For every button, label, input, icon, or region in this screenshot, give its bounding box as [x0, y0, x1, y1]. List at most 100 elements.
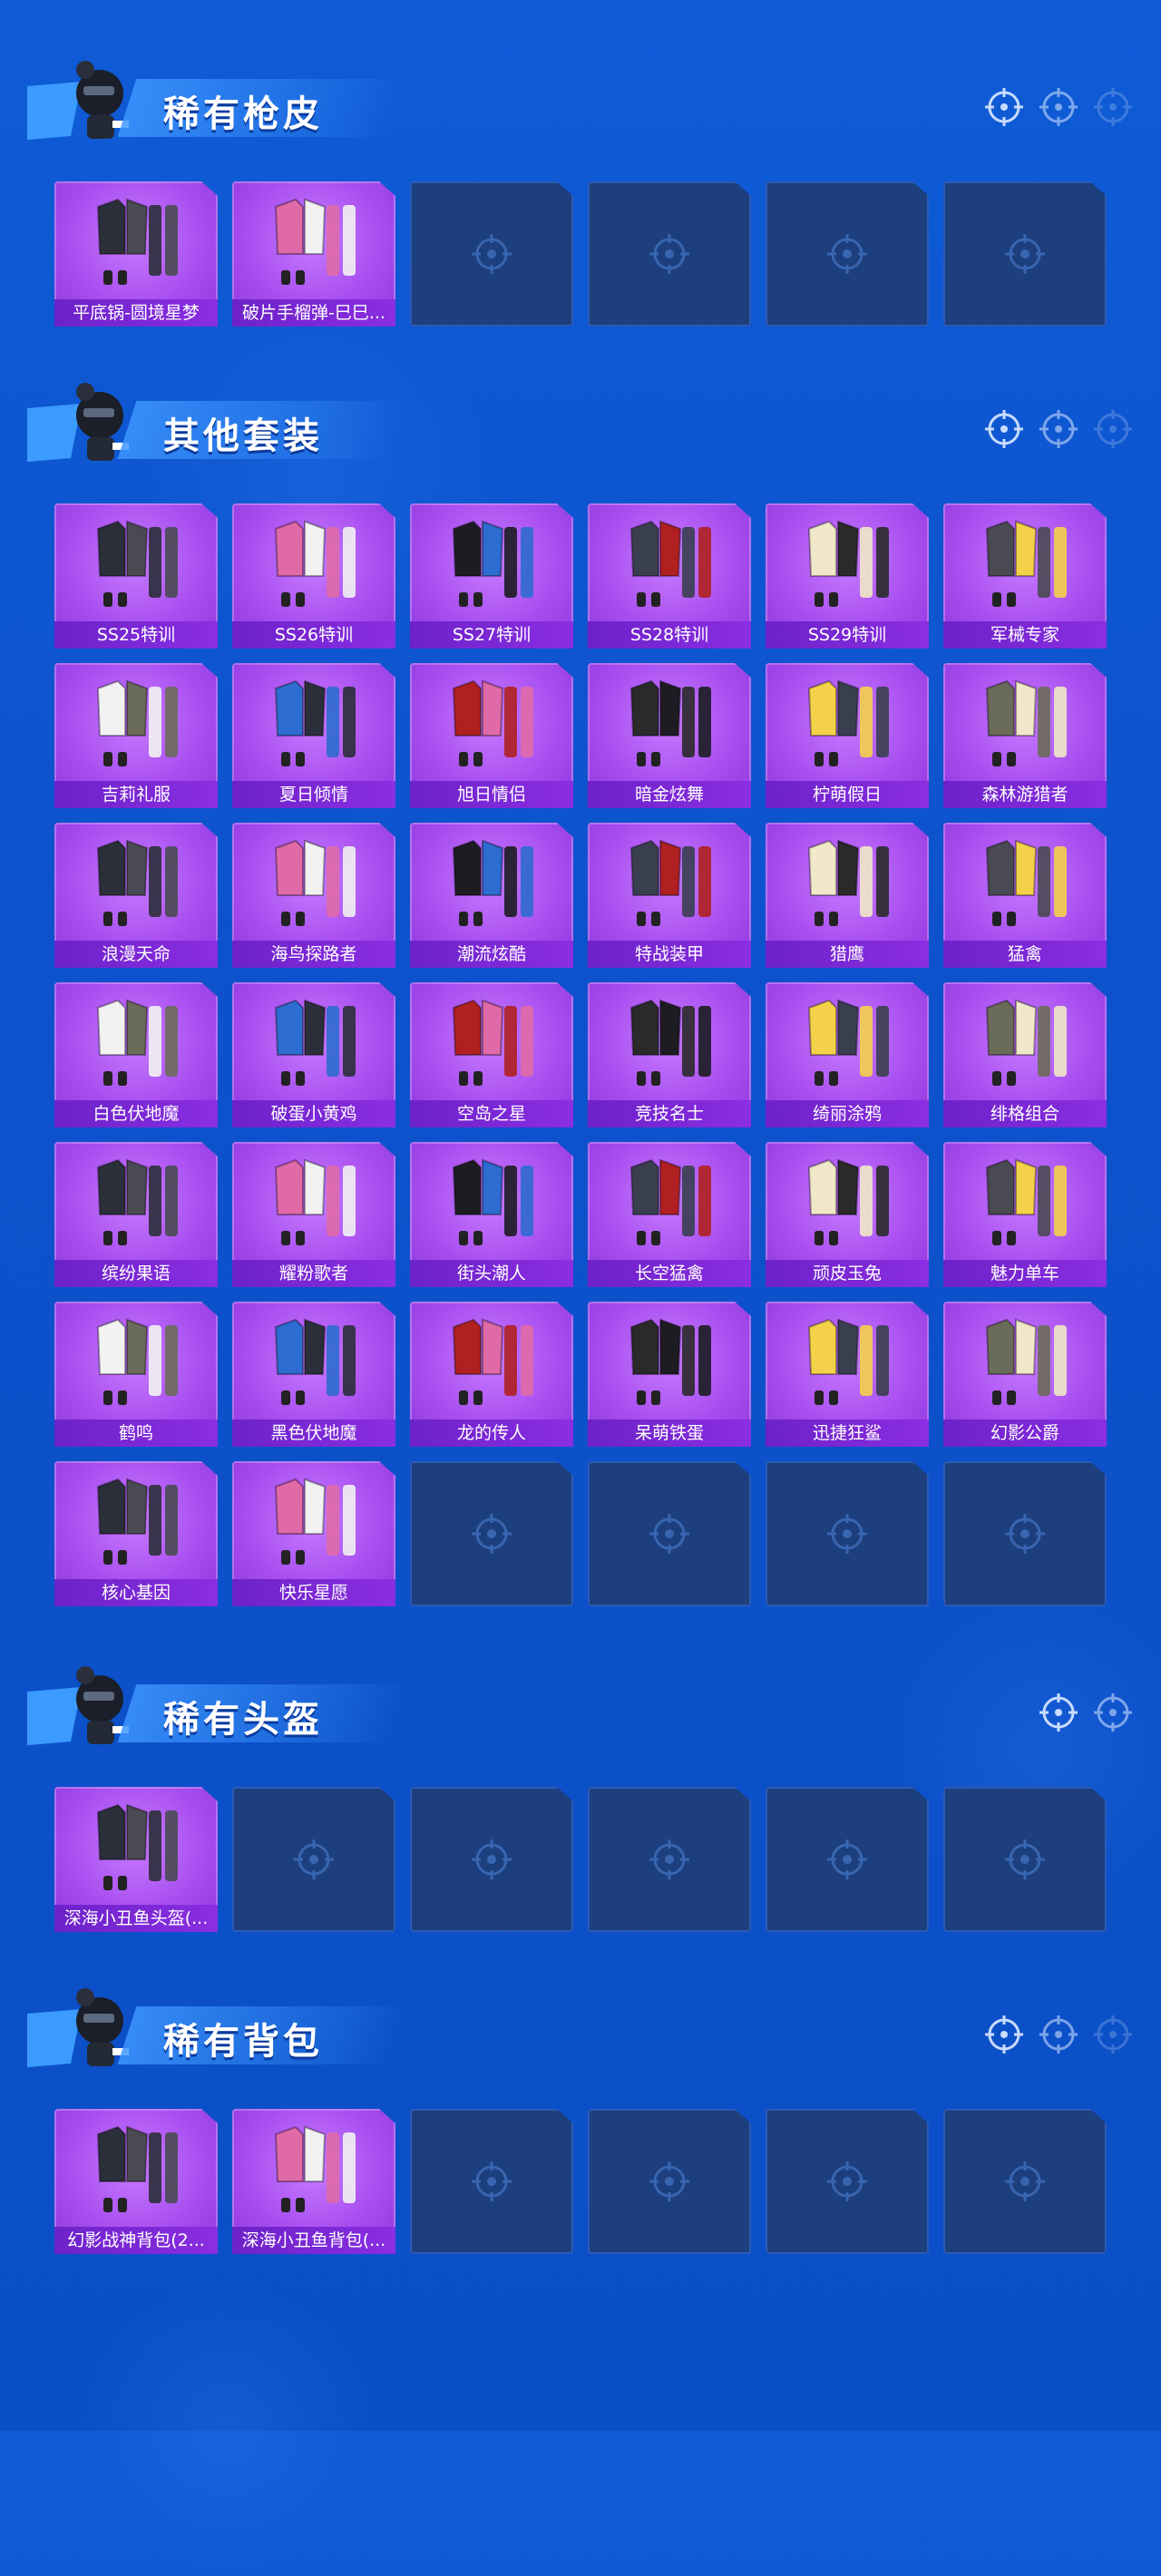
item-card[interactable]: 浪漫天命	[54, 823, 218, 968]
item-image	[985, 839, 1067, 926]
item-card[interactable]: 缤纷果语	[54, 1142, 218, 1287]
header-crosshair-group	[983, 2014, 1134, 2055]
crosshair-icon	[985, 410, 1023, 448]
item-card[interactable]: 旭日情侣	[410, 663, 573, 808]
crosshair-icon	[1039, 1693, 1078, 1732]
item-label: 幻影战神背包(2...	[54, 2227, 218, 2254]
item-image	[807, 1158, 889, 1245]
item-card[interactable]: 顽皮玉兔	[766, 1142, 929, 1287]
item-card[interactable]: 海鸟探路者	[232, 823, 395, 968]
item-image	[96, 999, 178, 1086]
crosshair-icon	[1005, 234, 1045, 274]
item-image	[96, 198, 178, 285]
item-image	[807, 520, 889, 607]
section-rare-backpacks: 稀有背包 幻影战神背包(2... 深海小丑鱼背包(...	[0, 1977, 1161, 2254]
item-image	[452, 1318, 533, 1405]
item-image	[807, 679, 889, 766]
item-card[interactable]: SS26特训	[232, 503, 395, 649]
item-card[interactable]: 街头潮人	[410, 1142, 573, 1287]
empty-slot	[766, 2109, 929, 2254]
item-label: 耀粉歌者	[232, 1260, 395, 1287]
item-card[interactable]: 黑色伏地魔	[232, 1302, 395, 1447]
item-grid-other-sets: SS25特训 SS26特训 SS27特训 SS28特训 SS29特训 军械专家吉莉礼服 夏日…	[54, 503, 1107, 1606]
item-card[interactable]: 鹤鸣	[54, 1302, 218, 1447]
item-card[interactable]: 森林游猎者	[943, 663, 1107, 808]
item-image	[807, 999, 889, 1086]
item-card[interactable]: 空岛之星	[410, 982, 573, 1127]
section-title: 其他套装	[163, 415, 323, 457]
item-label: 黑色伏地魔	[232, 1420, 395, 1447]
item-card[interactable]: 耀粉歌者	[232, 1142, 395, 1287]
crosshair-icon	[1005, 1839, 1045, 1879]
item-card[interactable]: 竞技名士	[588, 982, 751, 1127]
item-card[interactable]: SS29特训	[766, 503, 929, 649]
item-image	[629, 839, 711, 926]
item-card[interactable]: 绮丽涂鸦	[766, 982, 929, 1127]
crosshair-icon	[1039, 410, 1078, 448]
crosshair-icon	[1094, 88, 1132, 126]
item-label: 龙的传人	[410, 1420, 573, 1447]
item-card[interactable]: 呆萌铁蛋	[588, 1302, 751, 1447]
empty-slot	[766, 181, 929, 327]
item-card[interactable]: 柠萌假日	[766, 663, 929, 808]
item-card[interactable]: SS25特训	[54, 503, 218, 649]
item-card[interactable]: 幻影战神背包(2...	[54, 2109, 218, 2254]
item-card[interactable]: 破蛋小黄鸡	[232, 982, 395, 1127]
item-image	[629, 520, 711, 607]
item-image	[274, 999, 356, 1086]
item-card[interactable]: 龙的传人	[410, 1302, 573, 1447]
item-card[interactable]: 深海小丑鱼背包(...	[232, 2109, 395, 2254]
item-card[interactable]: 白色伏地魔	[54, 982, 218, 1127]
item-image	[985, 999, 1067, 1086]
item-card[interactable]: 破片手榴弹-巳巳...	[232, 181, 395, 327]
item-image	[629, 679, 711, 766]
item-card[interactable]: 平底锅-圆境星梦	[54, 181, 218, 327]
item-card[interactable]: 幻影公爵	[943, 1302, 1107, 1447]
crosshair-icon	[1039, 88, 1078, 126]
item-image	[985, 679, 1067, 766]
item-card[interactable]: 绯格组合	[943, 982, 1107, 1127]
item-image	[985, 520, 1067, 607]
crosshair-icon	[1005, 1514, 1045, 1554]
item-label: SS28特训	[588, 621, 751, 649]
empty-slot	[943, 181, 1107, 327]
item-card[interactable]: 夏日倾情	[232, 663, 395, 808]
item-card[interactable]: 吉莉礼服	[54, 663, 218, 808]
item-card[interactable]: SS27特训	[410, 503, 573, 649]
item-card[interactable]: 军械专家	[943, 503, 1107, 649]
item-card[interactable]: SS28特训	[588, 503, 751, 649]
empty-slot	[410, 2109, 573, 2254]
item-image	[985, 1158, 1067, 1245]
crosshair-icon	[827, 234, 867, 274]
item-label: SS26特训	[232, 621, 395, 649]
item-card[interactable]: 暗金炫舞	[588, 663, 751, 808]
empty-slot	[588, 1787, 751, 1932]
item-grid-rare-helmets: 深海小丑鱼头盔(...	[54, 1787, 1107, 1932]
item-card[interactable]: 猎鹰	[766, 823, 929, 968]
section-header: 稀有枪皮	[0, 50, 1161, 159]
item-card[interactable]: 猛禽	[943, 823, 1107, 968]
empty-slot	[232, 1787, 395, 1932]
item-image	[274, 1478, 356, 1565]
crosshair-icon	[472, 234, 512, 274]
section-title: 稀有头盔	[163, 1699, 323, 1741]
item-card[interactable]: 迅捷狂鲨	[766, 1302, 929, 1447]
item-card[interactable]: 长空猛禽	[588, 1142, 751, 1287]
empty-slot	[588, 2109, 751, 2254]
item-card[interactable]: 魅力单车	[943, 1142, 1107, 1287]
item-label: 浪漫天命	[54, 941, 218, 968]
item-label: SS29特训	[766, 621, 929, 649]
item-label: 绯格组合	[943, 1100, 1107, 1127]
item-label: 长空猛禽	[588, 1260, 751, 1287]
item-label: 街头潮人	[410, 1260, 573, 1287]
item-card[interactable]: 特战装甲	[588, 823, 751, 968]
item-label: 空岛之星	[410, 1100, 573, 1127]
item-card[interactable]: 潮流炫酷	[410, 823, 573, 968]
item-card[interactable]: 快乐星愿	[232, 1461, 395, 1606]
item-card[interactable]: 核心基因	[54, 1461, 218, 1606]
item-card[interactable]: 深海小丑鱼头盔(...	[54, 1787, 218, 1932]
item-image	[96, 1478, 178, 1565]
crosshair-icon	[294, 1839, 334, 1879]
empty-slot	[410, 181, 573, 327]
item-label: 特战装甲	[588, 941, 751, 968]
